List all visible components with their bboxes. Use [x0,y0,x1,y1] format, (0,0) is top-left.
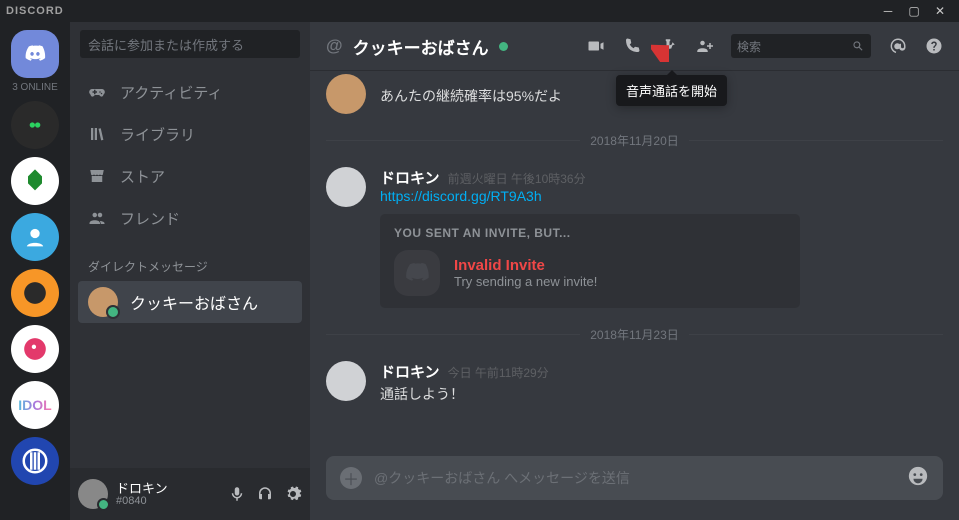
maximize-button[interactable]: ▢ [901,0,927,22]
user-panel: ドロキン #0840 [70,468,310,520]
self-username: ドロキン [116,482,168,495]
emoji-icon [907,465,929,487]
dm-name: クッキーおばさん [130,290,258,314]
dm-section-title: ダイレクトメッセージ [70,244,310,281]
mic-icon [228,485,246,503]
friends-icon [88,209,106,227]
nav-label: ストア [120,166,165,187]
status-indicator [499,42,508,51]
controller-icon [88,83,106,101]
message-author: ドロキン [380,167,440,188]
message-author: ドロキン [380,361,440,382]
at-icon [889,37,907,55]
video-call-button[interactable] [587,37,605,55]
guild-item[interactable] [11,325,59,373]
conversation-search[interactable]: 会話に参加または作成する [80,30,300,58]
channel-header: @ クッキーおばさん 検索 音声通話を開始 [310,22,959,70]
main: @ クッキーおばさん 検索 音声通話を開始 [310,22,959,520]
invite-title: Invalid Invite [454,257,597,274]
guild-icon [21,167,49,195]
minimize-button[interactable]: ─ [875,0,901,22]
deafen-button[interactable] [256,485,274,503]
mute-button[interactable] [228,485,246,503]
add-friend-button[interactable] [695,37,713,55]
library-icon [88,125,106,143]
nav-label: アクティビティ [120,82,222,103]
nav-label: ライブラリ [120,124,195,145]
invite-subtitle: Try sending a new invite! [454,274,597,289]
add-attachment-button[interactable]: ＋ [340,467,362,489]
headphones-icon [256,485,274,503]
nav-friends[interactable]: フレンド [78,198,302,238]
guild-item[interactable] [11,269,59,317]
settings-button[interactable] [284,485,302,503]
nav-activity[interactable]: アクティビティ [78,72,302,112]
guild-item[interactable] [11,157,59,205]
channel-name: クッキーおばさん [353,34,489,59]
message-input[interactable]: @クッキーおばさん へメッセージを送信 [374,468,895,488]
message-link[interactable]: https://discord.gg/RT9A3h [380,188,542,204]
message: ドロキン 前週火曜日 午後10時36分 https://discord.gg/R… [326,159,943,316]
online-count: 3 ONLINE [12,82,58,93]
guild-item[interactable] [11,437,59,485]
nav-label: フレンド [120,208,180,229]
window-controls: ─ ▢ ✕ [875,0,953,22]
tooltip: 音声通話を開始 [616,75,727,106]
titlebar: DISCORD ─ ▢ ✕ [0,0,959,22]
message-input-bar: ＋ @クッキーおばさん へメッセージを送信 [326,456,943,500]
search-placeholder: 会話に参加または作成する [88,35,244,54]
sidebar: 会話に参加または作成する アクティビティ ライブラリ ストア フレンド ダイレク… [70,22,310,520]
invite-embed: YOU SENT AN INVITE, BUT... Invalid Invit… [380,214,800,308]
store-icon [88,167,106,185]
self-avatar[interactable] [78,479,108,509]
nav-store[interactable]: ストア [78,156,302,196]
guild-item[interactable] [11,101,59,149]
app-brand: DISCORD [6,5,64,17]
message: ドロキン 今日 午前11時29分 通話しよう！ [326,353,943,412]
guild-icon: IDOL [18,397,51,413]
at-sign: @ [326,36,343,56]
guild-item[interactable]: IDOL [11,381,59,429]
invite-label: YOU SENT AN INVITE, BUT... [394,226,786,240]
guild-icon [22,336,48,362]
guild-icon [20,446,50,476]
search-placeholder: 検索 [737,38,761,55]
avatar [88,287,118,317]
search-input[interactable]: 検索 [731,34,871,58]
add-friend-icon [695,37,713,55]
emoji-button[interactable] [907,465,929,492]
video-icon [587,37,605,55]
pinned-messages-button[interactable] [659,37,677,55]
guild-icon [20,117,50,133]
gear-icon [284,485,302,503]
discord-logo-icon [22,41,48,67]
self-tag: #0840 [116,495,168,507]
date-divider: 2018年11月20日 [326,132,943,149]
date-divider: 2018年11月23日 [326,326,943,343]
search-icon [851,39,865,53]
message-timestamp: 前週火曜日 午後10時36分 [448,170,586,187]
nav-library[interactable]: ライブラリ [78,114,302,154]
message-text: あんたの継続確率は95%だよ [380,86,562,106]
help-button[interactable] [925,37,943,55]
pin-icon [659,37,677,55]
guild-icon [22,280,48,306]
message-text: 通話しよう！ [380,384,549,404]
message-timestamp: 今日 午前11時29分 [448,364,549,381]
voice-call-button[interactable] [623,37,641,55]
avatar [326,74,366,114]
phone-icon [623,37,641,55]
close-button[interactable]: ✕ [927,0,953,22]
invite-icon [394,250,440,296]
help-icon [925,37,943,55]
guild-list: 3 ONLINE IDOL [0,22,70,520]
avatar [326,361,366,401]
avatar [326,167,366,207]
guild-icon [21,223,49,251]
home-button[interactable] [11,30,59,78]
guild-item[interactable] [11,213,59,261]
message-list[interactable]: あんたの継続確率は95%だよ 2018年11月20日 ドロキン 前週火曜日 午後… [310,70,959,446]
dm-item[interactable]: クッキーおばさん [78,281,302,323]
mentions-button[interactable] [889,37,907,55]
